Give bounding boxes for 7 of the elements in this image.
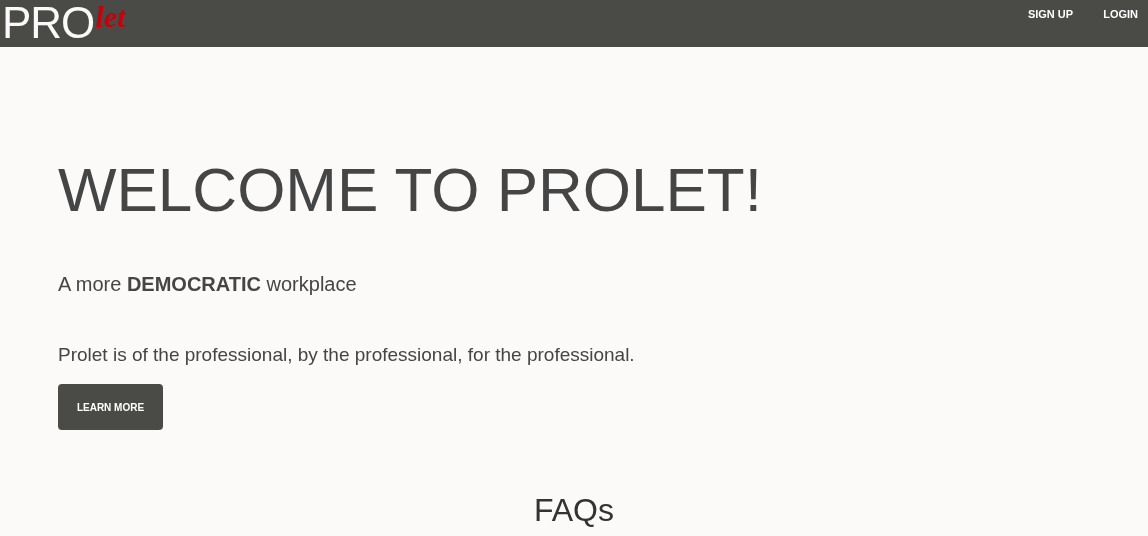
learn-more-button[interactable]: LEARN MORE [58, 384, 163, 430]
tagline: A more DEMOCRATIC workplace [58, 273, 358, 296]
nav-link[interactable]: SIGN UP [1027, 8, 1074, 20]
description: Prolet is of the professional, by the professional, for the professional. [58, 344, 636, 366]
faq-heading: FAQs [533, 492, 615, 528]
hero-title: WELCOME TO PROLET! [58, 157, 763, 223]
nav-link[interactable]: LOGIN [1103, 8, 1138, 20]
